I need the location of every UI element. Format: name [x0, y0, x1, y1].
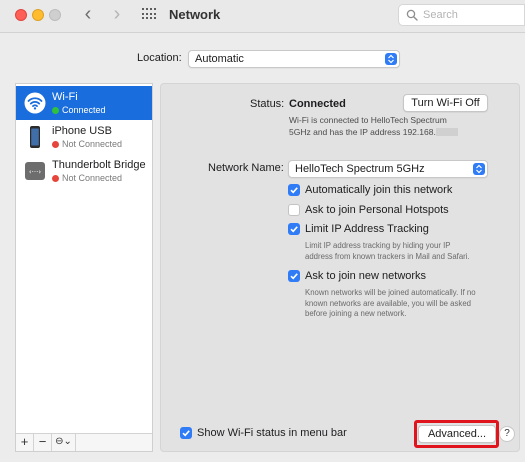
location-select[interactable]: Automatic	[188, 50, 400, 68]
service-status: Connected	[52, 105, 106, 115]
search-icon	[406, 9, 418, 21]
ip-redaction	[435, 127, 458, 136]
status-description: Wi-Fi is connected to HelloTech Spectrum…	[289, 115, 479, 138]
network-name-select[interactable]: HelloTech Spectrum 5GHz	[288, 160, 488, 178]
annotation-highlight-box	[414, 420, 499, 448]
title-bar: ‹ › Network Search	[0, 0, 525, 33]
window-title: Network	[169, 7, 221, 22]
auto-join-label: Automatically join this network	[305, 184, 453, 196]
limit-ip-tracking-description: Limit IP address tracking by hiding your…	[305, 241, 470, 261]
sidebar-toolbar: + − ⊖⌄	[16, 433, 152, 451]
forward-arrow-icon[interactable]: ›	[109, 4, 125, 24]
service-name: iPhone USB	[52, 125, 112, 137]
wifi-settings-panel	[160, 83, 520, 452]
add-service-button[interactable]: +	[16, 434, 34, 451]
turn-wifi-off-button[interactable]: Turn Wi-Fi Off	[403, 94, 488, 112]
service-item-iphone-usb[interactable]: iPhone USB Not Connected	[16, 120, 152, 154]
service-item-wifi[interactable]: Wi-Fi Connected	[16, 86, 152, 120]
iphone-icon	[24, 125, 46, 149]
back-arrow-icon[interactable]: ‹	[80, 4, 96, 24]
service-list: Wi-Fi Connected iPhone USB Not Connected…	[15, 83, 153, 452]
network-name-value: HelloTech Spectrum 5GHz	[295, 163, 425, 175]
minimize-window-button[interactable]	[32, 9, 44, 21]
network-name-label: Network Name:	[208, 162, 284, 174]
thunderbolt-bridge-icon: ‹···›	[24, 159, 46, 183]
status-dot-red	[52, 140, 59, 148]
wifi-icon	[24, 91, 46, 115]
ask-new-networks-checkbox[interactable]	[288, 270, 300, 282]
chevron-updown-icon	[385, 53, 397, 65]
ask-new-networks-label: Ask to join new networks	[305, 270, 427, 282]
show-all-grid-icon[interactable]	[142, 8, 157, 21]
location-value: Automatic	[195, 53, 244, 65]
service-name: Wi-Fi	[52, 91, 78, 103]
search-field[interactable]: Search	[398, 4, 525, 26]
show-wifi-status-checkbox[interactable]	[180, 427, 192, 439]
status-label: Status:	[250, 98, 285, 110]
service-name: Thunderbolt Bridge	[52, 159, 146, 171]
show-wifi-status-label: Show Wi-Fi status in menu bar	[197, 427, 347, 439]
action-menu-button[interactable]: ⊖⌄	[52, 434, 76, 451]
zoom-window-button[interactable]	[49, 9, 61, 21]
close-window-button[interactable]	[15, 9, 27, 21]
remove-service-button[interactable]: −	[34, 434, 52, 451]
status-value: Connected	[289, 98, 346, 110]
status-dot-red	[52, 174, 59, 182]
chevron-updown-icon	[473, 163, 485, 175]
service-status: Not Connected	[52, 173, 122, 183]
ask-new-networks-description: Known networks will be joined automatica…	[305, 288, 476, 318]
personal-hotspots-checkbox[interactable]	[288, 204, 300, 216]
personal-hotspots-label: Ask to join Personal Hotspots	[305, 204, 449, 216]
auto-join-checkbox[interactable]	[288, 184, 300, 196]
help-button[interactable]: ?	[499, 426, 515, 442]
search-placeholder: Search	[423, 9, 458, 21]
location-label: Location:	[137, 52, 182, 64]
svg-text:‹···›: ‹···›	[29, 168, 41, 176]
service-item-thunderbolt-bridge[interactable]: ‹···› Thunderbolt Bridge Not Connected	[16, 154, 152, 188]
status-dot-green	[52, 106, 59, 114]
limit-ip-tracking-label: Limit IP Address Tracking	[305, 223, 429, 235]
limit-ip-tracking-checkbox[interactable]	[288, 223, 300, 235]
service-status: Not Connected	[52, 139, 122, 149]
